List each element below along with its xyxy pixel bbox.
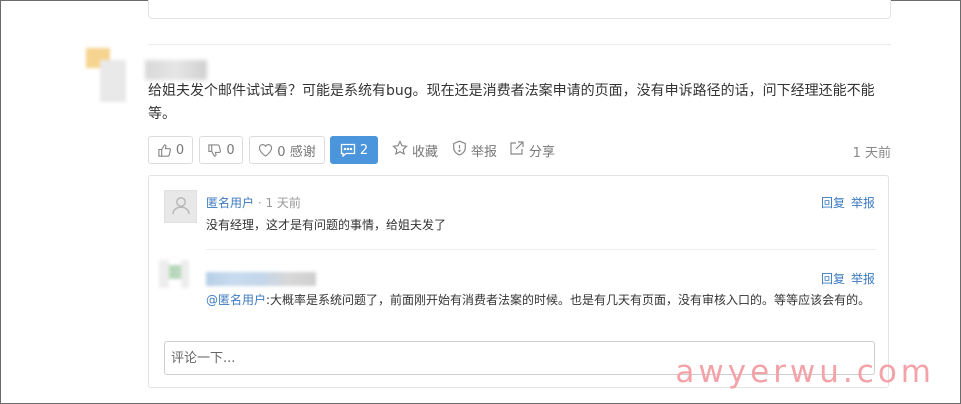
report-answer-button[interactable]: 举报: [452, 140, 497, 160]
comment-text: @匿名用户:大概率是系统问题了，前面刚开始有消费者法案的时候。也是有几天有页面，…: [206, 291, 870, 308]
thanks-button[interactable]: 0 感谢: [249, 136, 325, 164]
mention-link[interactable]: @匿名用户: [206, 293, 266, 307]
report-link[interactable]: 举报: [851, 194, 875, 211]
author-name[interactable]: [145, 60, 207, 80]
site-watermark: awyerwu.com: [675, 354, 935, 390]
comment-actions: 回复 举报: [821, 194, 875, 211]
heart-icon: [258, 143, 273, 157]
commenter-avatar[interactable]: [159, 260, 199, 290]
comments-count: 2: [359, 142, 369, 158]
anonymous-avatar[interactable]: [164, 190, 197, 223]
downvote-button[interactable]: 0: [199, 136, 243, 164]
comment-time: · 1 天前: [257, 196, 301, 210]
reply-link[interactable]: 回复: [821, 270, 845, 287]
answer-text: 给姐夫发个邮件试试看？可能是系统有bug。现在还是消费者法案申请的页面，没有申诉…: [148, 83, 875, 122]
comment-divider: [206, 249, 876, 250]
thumbs-up-icon: [157, 143, 172, 158]
upvote-button[interactable]: 0: [148, 136, 193, 164]
thanks-label: 0 感谢: [277, 144, 316, 160]
upvote-count: 0: [175, 142, 185, 158]
downvote-count: 0: [226, 142, 235, 158]
answer-divider: [148, 44, 891, 45]
user-silhouette-icon: [170, 194, 192, 220]
comment-actions: 回复 举报: [821, 270, 875, 287]
report-label: 举报: [471, 144, 498, 160]
comments-toggle-button[interactable]: 2: [330, 136, 378, 164]
share-icon: [509, 140, 525, 160]
comment-text: 没有经理，这才是有问题的事情，给姐夫发了: [206, 218, 447, 232]
answer-timestamp: 1 天前: [852, 146, 891, 161]
share-button[interactable]: 分享: [509, 140, 555, 160]
comment-body: :大概率是系统问题了，前面刚开始有消费者法案的时候。也是有几天有页面，没有审核入…: [266, 293, 871, 307]
report-link[interactable]: 举报: [851, 270, 875, 287]
author-avatar[interactable]: [84, 46, 132, 106]
favorite-button[interactable]: 收藏: [392, 140, 438, 160]
star-icon: [392, 140, 408, 160]
comment-bubble-icon: [340, 143, 356, 157]
reply-link[interactable]: 回复: [821, 194, 845, 211]
favorite-label: 收藏: [412, 144, 439, 160]
comment-username[interactable]: 匿名用户: [206, 196, 254, 210]
share-label: 分享: [529, 144, 556, 160]
comment-meta: 匿名用户 · 1 天前: [206, 194, 301, 211]
thumbs-down-icon: [207, 143, 222, 158]
commenter-name[interactable]: [206, 272, 316, 286]
previous-answer-card: [148, 0, 891, 19]
shield-alert-icon: [452, 140, 467, 160]
